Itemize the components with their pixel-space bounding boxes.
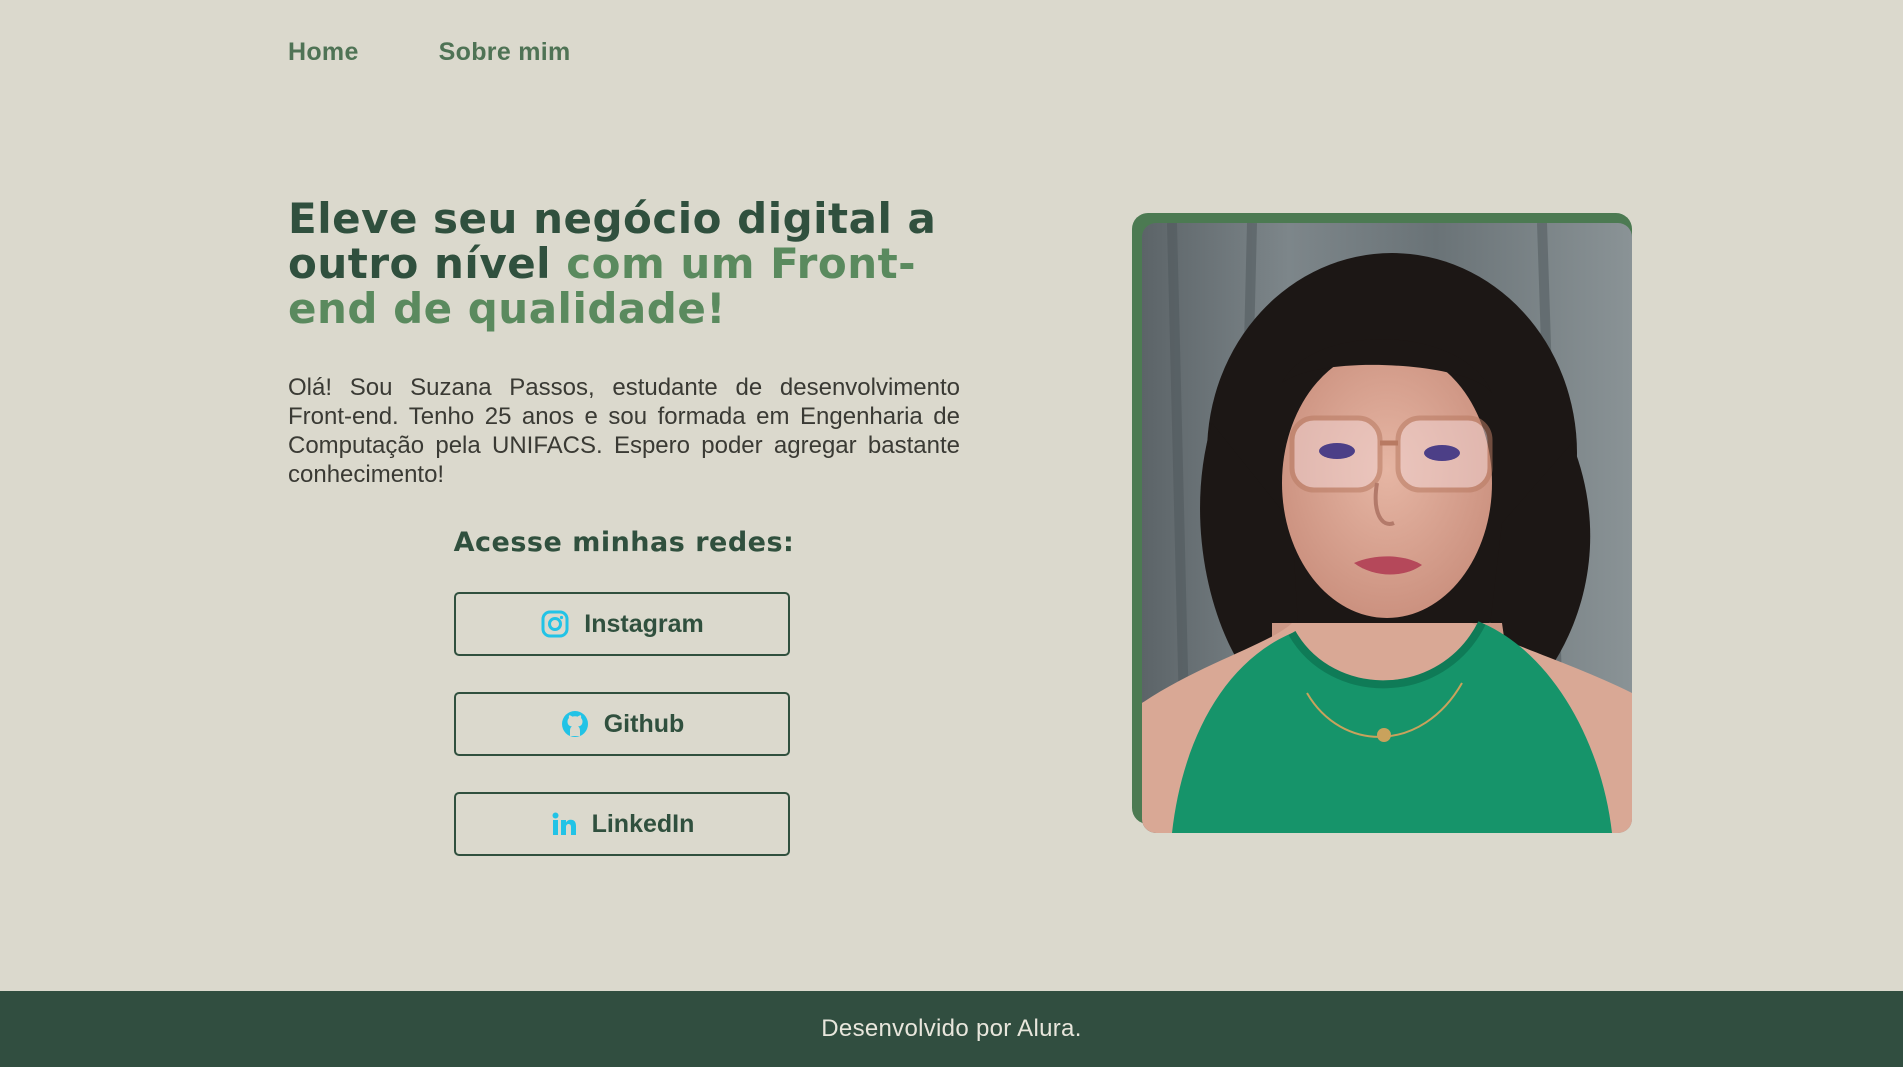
instagram-icon [540,609,570,639]
github-label: Github [603,709,685,738]
instagram-label: Instagram [584,609,704,638]
nav-about-link[interactable]: Sobre mim [439,38,571,67]
page: Home Sobre mim Eleve seu negócio digital… [0,0,1903,1067]
profile-photo [1142,223,1632,833]
linkedin-button[interactable]: LinkedIn [454,792,790,856]
socials-title: Acesse minhas redes: [453,527,795,558]
bio-text: Olá! Sou Suzana Passos, estudante de des… [288,374,960,488]
hero-headline: Eleve seu negócio digital a outro nível … [288,196,988,331]
footer-text: Desenvolvido por Alura. [821,1015,1082,1042]
top-nav: Home Sobre mim [288,38,571,67]
instagram-button[interactable]: Instagram [454,592,790,656]
linkedin-label: LinkedIn [591,809,695,838]
github-button[interactable]: Github [454,692,790,756]
nav-home-link[interactable]: Home [288,38,359,67]
footer: Desenvolvido por Alura. [0,991,1903,1067]
github-icon [560,709,590,739]
linkedin-icon [550,810,578,838]
